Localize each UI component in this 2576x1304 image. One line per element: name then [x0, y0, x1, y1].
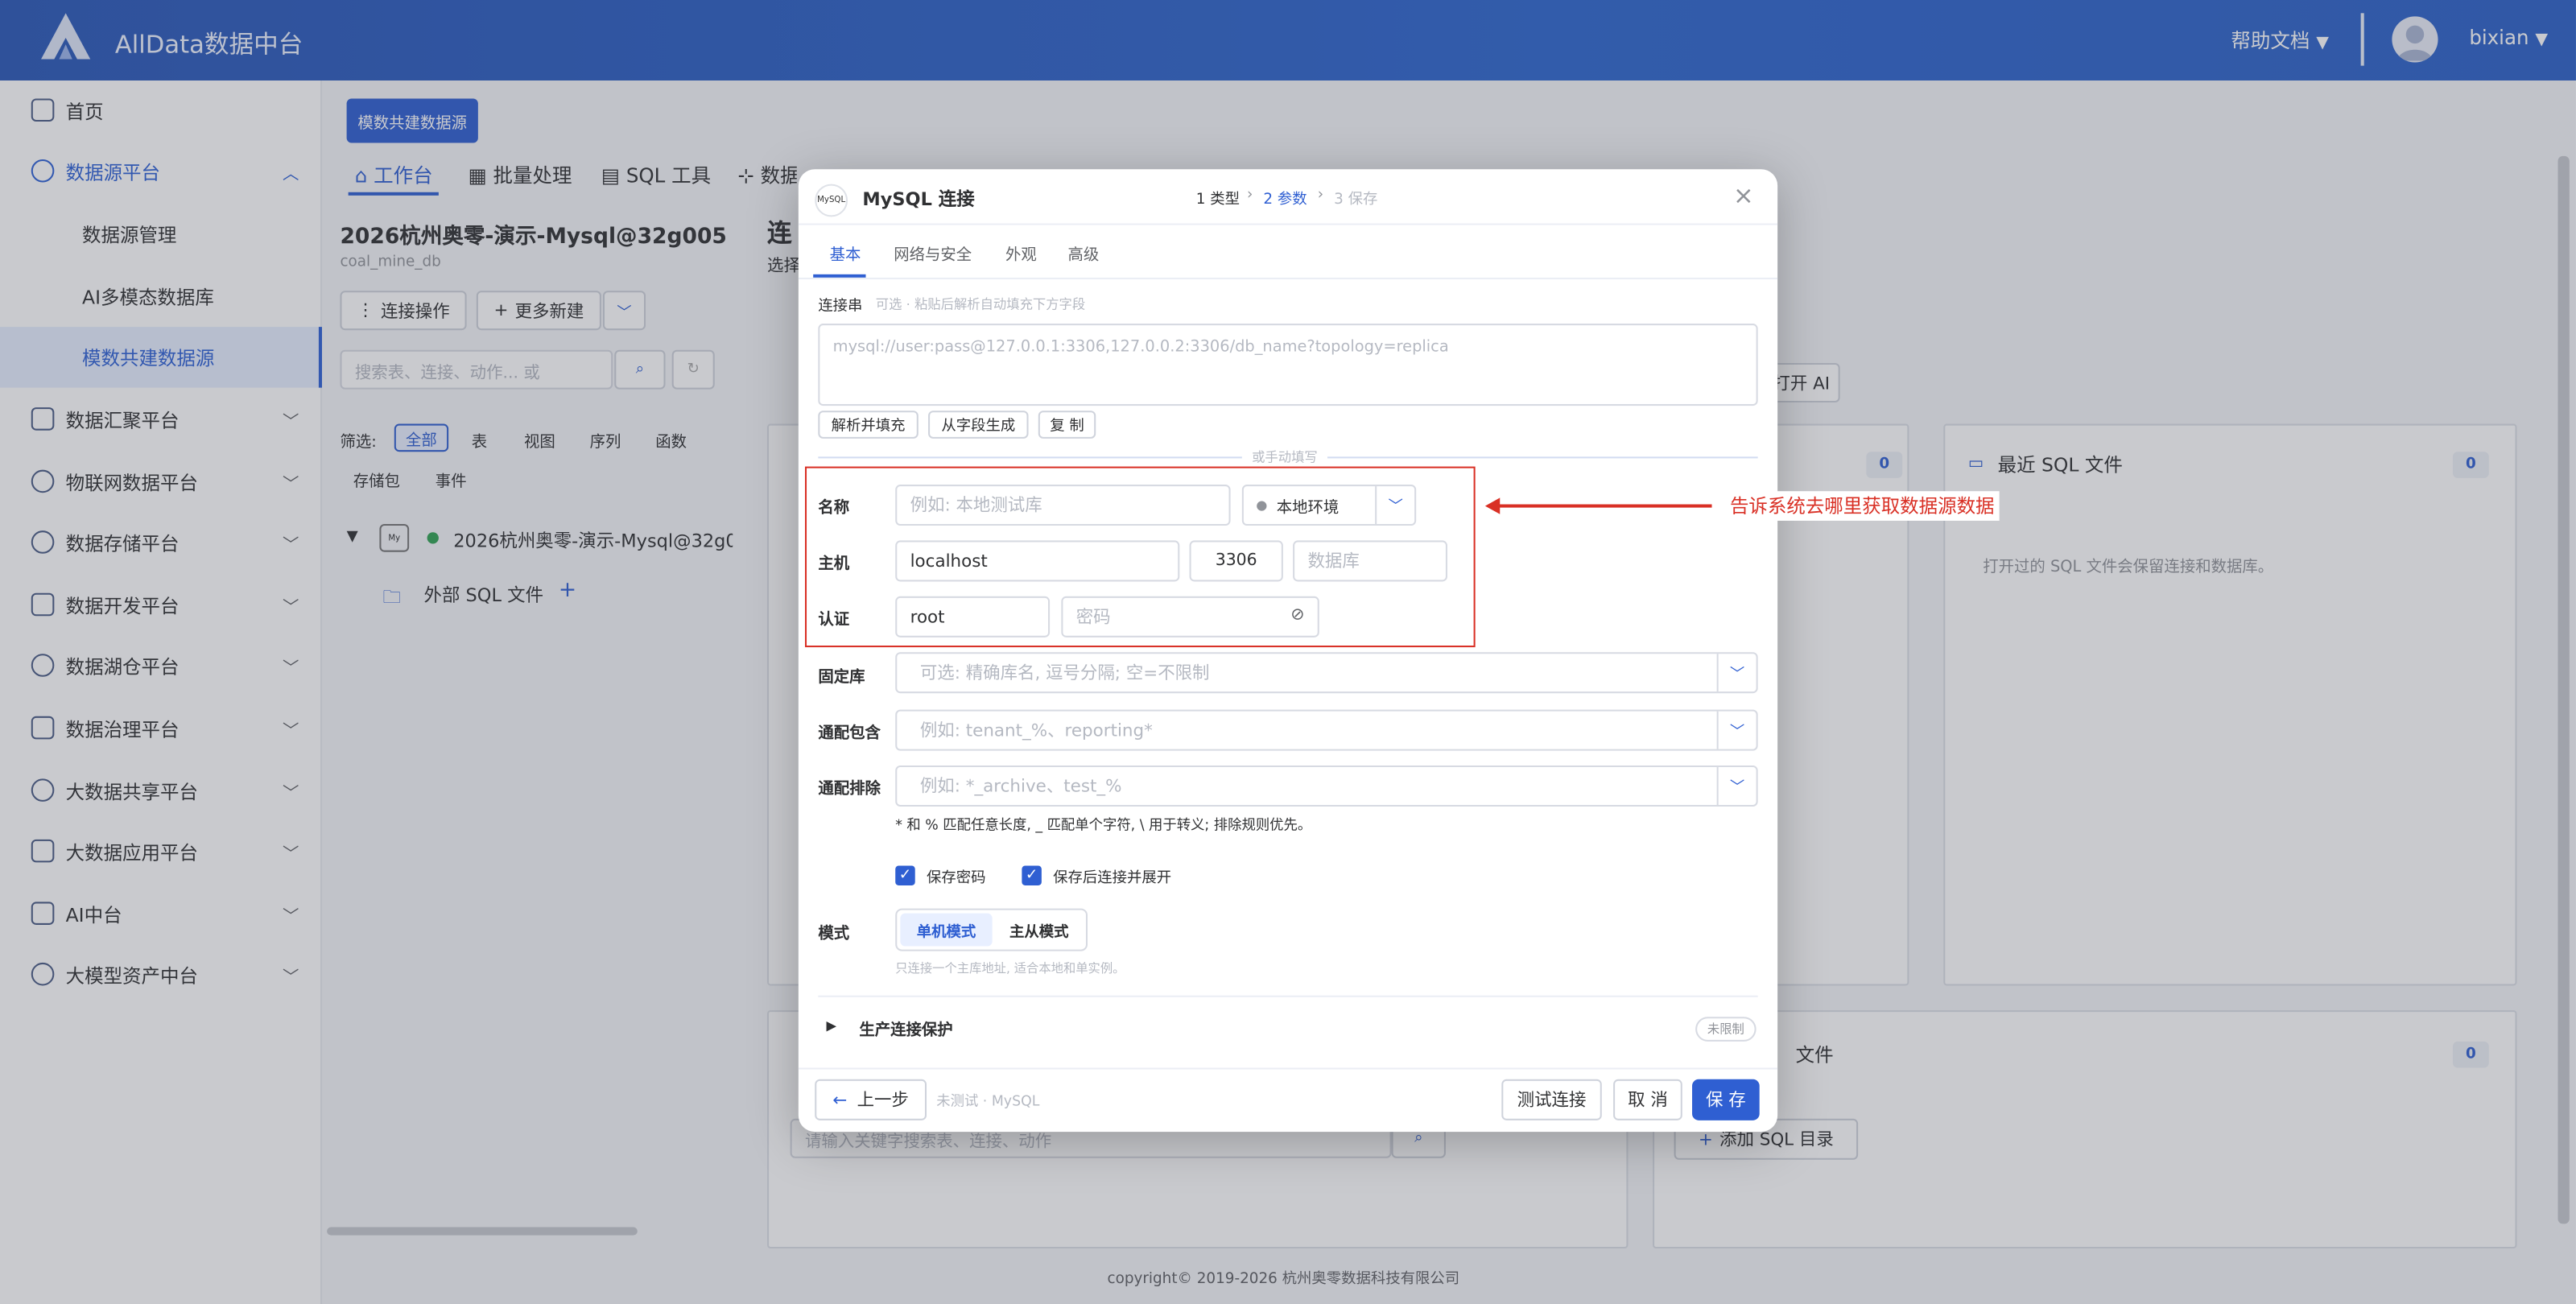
chevron-down-icon: ﹀	[1716, 767, 1757, 805]
tabs-divider	[798, 277, 1778, 279]
mode-master-slave[interactable]: 主从模式	[996, 914, 1083, 947]
annotation-arrow-line	[1498, 504, 1712, 507]
mysql-connection-dialog: MySQL MySQL 连接 1 类型 › 2 参数 › 3 保存 × 基本 网…	[798, 169, 1778, 1133]
copy-button[interactable]: 复 制	[1038, 411, 1096, 439]
exclude-label: 通配排除	[818, 780, 881, 798]
tab-advanced[interactable]: 高级	[1068, 241, 1100, 264]
tab-network-security[interactable]: 网络与安全	[894, 241, 972, 264]
dialog-header-divider	[798, 223, 1778, 225]
tab-appearance[interactable]: 外观	[1005, 241, 1037, 264]
prod-protect-section[interactable]: 生产连接保护	[859, 1017, 952, 1039]
unlimited-badge: 未限制	[1695, 1017, 1757, 1042]
step-type[interactable]: 1 类型	[1196, 188, 1240, 208]
fixed-db-label: 固定库	[818, 668, 865, 687]
conn-string-label: 连接串	[818, 299, 863, 316]
step-save[interactable]: 3 保存	[1334, 188, 1377, 208]
fixed-db-input[interactable]: 可选: 精确库名, 逗号分隔; 空=不限制 ﹀	[895, 652, 1758, 694]
mysql-logo-icon: MySQL	[815, 184, 848, 217]
close-icon[interactable]: ×	[1733, 180, 1754, 210]
dialog-title: MySQL 连接	[862, 188, 975, 211]
save-password-checkbox[interactable]: ✓	[895, 865, 915, 885]
include-input[interactable]: 例如: tenant_%、reporting* ﹀	[895, 709, 1758, 751]
expand-after-save-checkbox[interactable]: ✓	[1022, 865, 1042, 885]
arrow-left-icon: ←	[832, 1090, 848, 1110]
tab-basic[interactable]: 基本	[830, 241, 861, 264]
conn-string-textarea[interactable]: mysql://user:pass@127.0.0.1:3306,127.0.0…	[818, 324, 1758, 406]
check-icon: ✓	[1025, 867, 1038, 884]
include-label: 通配包含	[818, 724, 881, 743]
exclude-input[interactable]: 例如: *_archive、test_% ﹀	[895, 765, 1758, 807]
step-params[interactable]: 2 参数	[1263, 188, 1307, 208]
prev-step-button[interactable]: ← 上一步	[815, 1079, 927, 1120]
expand-after-save-label: 保存后连接并展开	[1053, 870, 1172, 888]
chevron-down-icon: ﹀	[1716, 654, 1757, 692]
footer-divider	[798, 1067, 1778, 1070]
cancel-button[interactable]: 取 消	[1613, 1079, 1682, 1120]
test-status: 未测试 · MySQL	[936, 1094, 1040, 1111]
wildcard-note: * 和 % 匹配任意长度, _ 匹配单个字符, \ 用于转义; 排除规则优先。	[895, 818, 1312, 835]
generate-from-fields-button[interactable]: 从字段生成	[928, 411, 1029, 439]
manual-divider-text: 或手动填写	[1241, 448, 1327, 467]
mode-single[interactable]: 单机模式	[900, 913, 993, 947]
annotation-highlight-box	[804, 466, 1476, 648]
step-arrow-icon: ›	[1246, 187, 1253, 204]
step-arrow-icon: ›	[1317, 187, 1324, 204]
save-password-label: 保存密码	[927, 870, 986, 888]
conn-string-hint: 可选 · 粘贴后解析自动填充下方字段	[875, 297, 1086, 312]
section-divider	[818, 995, 1758, 997]
annotation-text: 告诉系统去哪里获取数据源数据	[1724, 491, 2000, 521]
check-icon: ✓	[898, 867, 912, 884]
expand-triangle-icon[interactable]: ▶	[827, 1018, 837, 1033]
annotation-arrow-head-icon	[1484, 497, 1501, 514]
parse-fill-button[interactable]: 解析并填充	[818, 411, 919, 439]
save-button[interactable]: 保 存	[1692, 1079, 1760, 1120]
mode-note: 只连接一个主库地址, 适合本地和单实例。	[895, 960, 1125, 976]
chevron-down-icon: ﹀	[1716, 711, 1757, 749]
mode-label: 模式	[818, 924, 850, 943]
test-connection-button[interactable]: 测试连接	[1501, 1079, 1602, 1120]
